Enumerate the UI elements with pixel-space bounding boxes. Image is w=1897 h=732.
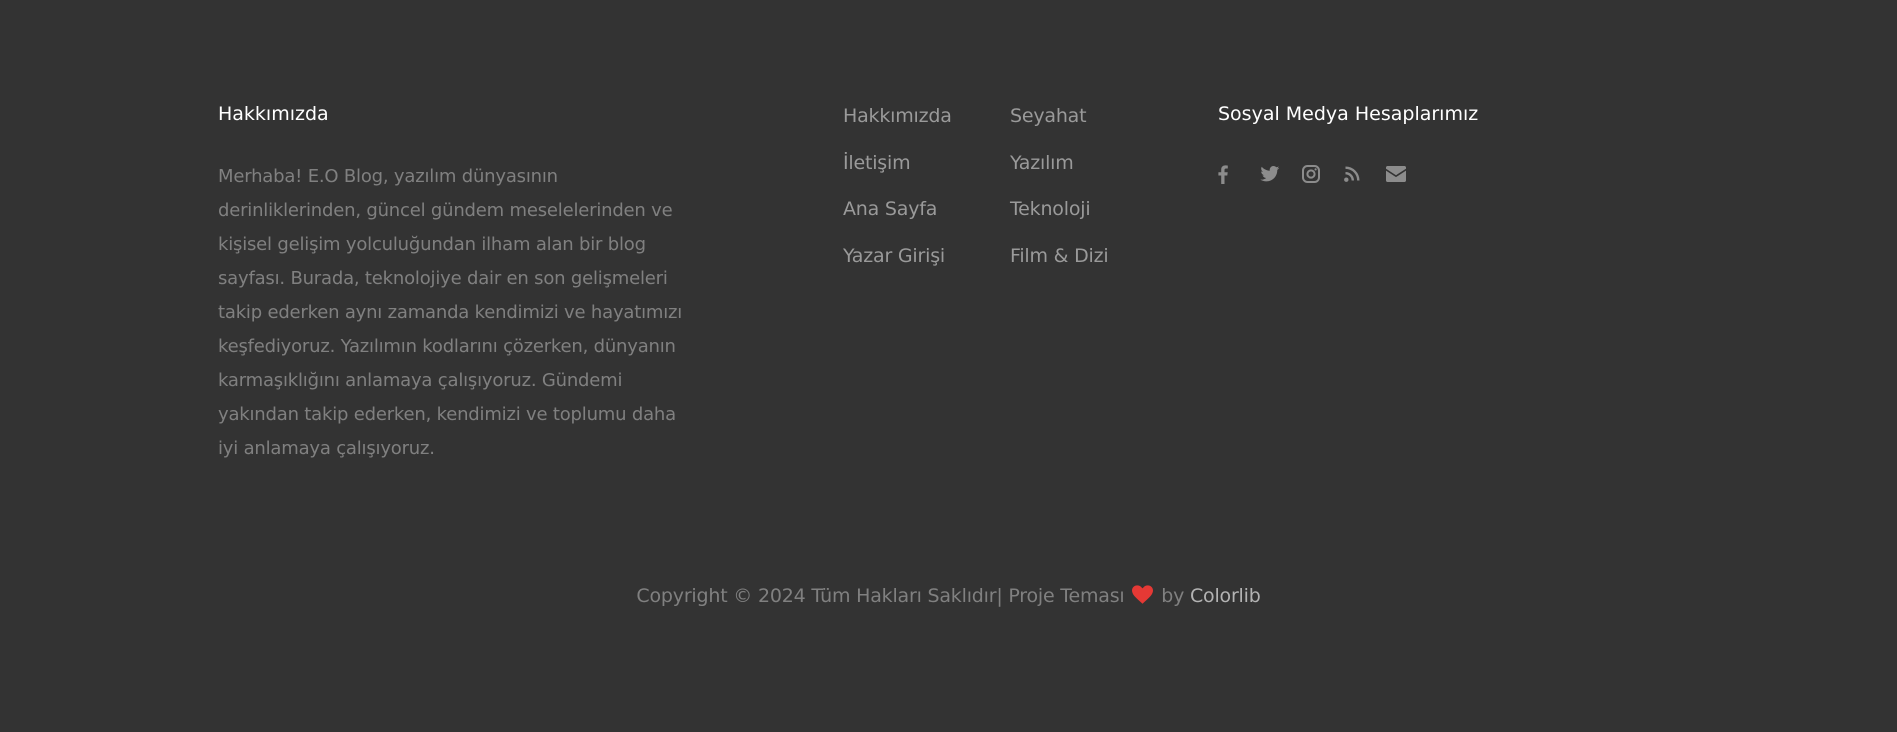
colorlib-link[interactable]: Colorlib bbox=[1190, 585, 1261, 607]
copyright-text: Copyright © 2024 Tüm Hakları Saklıdır| P… bbox=[636, 585, 1125, 607]
twitter-icon[interactable] bbox=[1260, 166, 1280, 182]
footer-link-item: Teknoloji bbox=[1010, 195, 1108, 242]
social-section: Sosyal Medya Hesaplarımız bbox=[1218, 102, 1479, 184]
footer-link-item: Film & Dizi bbox=[1010, 242, 1109, 289]
instagram-icon[interactable] bbox=[1302, 165, 1320, 183]
footer-link-film-dizi[interactable]: Film & Dizi bbox=[1010, 245, 1109, 267]
footer-link-ana-sayfa[interactable]: Ana Sayfa bbox=[843, 198, 937, 220]
about-section: Hakkımızda Merhaba! E.O Blog, yazılım dü… bbox=[218, 102, 688, 459]
footer-link-yazilim[interactable]: Yazılım bbox=[1010, 152, 1074, 174]
envelope-icon[interactable] bbox=[1386, 166, 1406, 182]
facebook-icon[interactable] bbox=[1218, 164, 1228, 184]
heart-icon bbox=[1132, 585, 1154, 611]
footer-link-item: Ana Sayfa bbox=[843, 195, 952, 242]
site-footer: Hakkımızda Merhaba! E.O Blog, yazılım dü… bbox=[0, 0, 1897, 732]
social-heading: Sosyal Medya Hesaplarımız bbox=[1218, 103, 1479, 125]
about-text: Merhaba! E.O Blog, yazılım dünyasının de… bbox=[218, 166, 683, 459]
footer-links-primary: Hakkımızda İletişim Ana Sayfa Yazar Giri… bbox=[843, 102, 952, 288]
social-icons bbox=[1218, 162, 1428, 186]
footer-link-teknoloji[interactable]: Teknoloji bbox=[1010, 198, 1091, 220]
footer-link-item: Hakkımızda bbox=[843, 102, 952, 149]
footer-link-hakkimizda[interactable]: Hakkımızda bbox=[843, 105, 952, 127]
footer-link-item: Yazar Girişi bbox=[843, 242, 952, 289]
about-heading: Hakkımızda bbox=[218, 103, 329, 125]
footer-link-yazar-girisi[interactable]: Yazar Girişi bbox=[843, 245, 945, 267]
footer-link-item: İletişim bbox=[843, 149, 952, 196]
copyright-line: Copyright © 2024 Tüm Hakları Saklıdır| P… bbox=[0, 583, 1897, 611]
rss-icon[interactable] bbox=[1344, 166, 1360, 182]
footer-link-item: Yazılım bbox=[1010, 149, 1108, 196]
footer-link-iletisim[interactable]: İletişim bbox=[843, 152, 911, 174]
footer-link-item: Seyahat bbox=[1010, 102, 1108, 149]
copyright-by: by bbox=[1161, 585, 1185, 607]
footer-links-categories: Seyahat Yazılım Teknoloji Film & Dizi bbox=[1010, 102, 1109, 289]
footer-link-seyahat[interactable]: Seyahat bbox=[1010, 105, 1087, 127]
